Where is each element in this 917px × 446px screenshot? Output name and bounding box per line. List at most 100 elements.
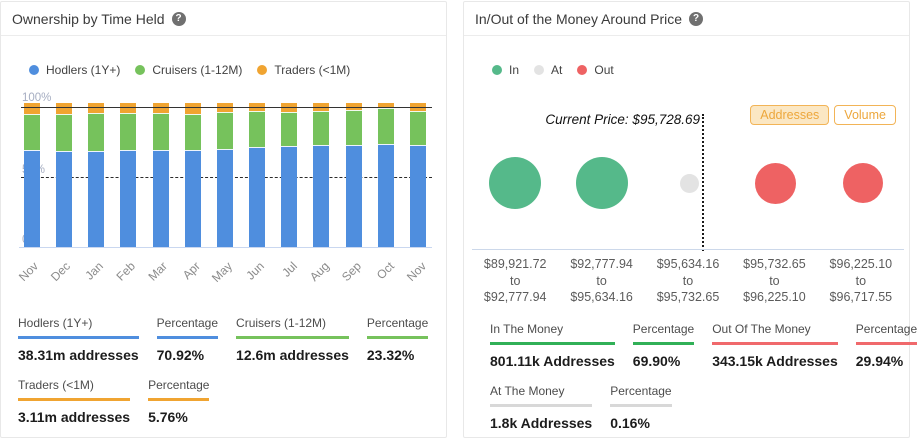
stat-label: Traders (<1M) [18,378,130,401]
stat-percentage: Percentage 0.16% [610,384,671,431]
stacked-bar-9-aug[interactable] [313,103,329,248]
legend-item-label: Cruisers (1-12M) [152,63,242,77]
bar-segment-hodlers-1y [185,150,201,248]
bar-segment-cruisers-1-12m [120,113,136,150]
stat-label: Percentage [157,316,218,339]
legend-dot-icon [135,65,145,75]
current-price-dotted-line [702,114,704,251]
bar-segment-traders-1m [88,103,104,113]
stat-hodlers-1y: Hodlers (1Y+) 38.31m addresses [18,316,139,363]
stat-cruisers-1-12m: Cruisers (1-12M) 12.6m addresses [236,316,349,363]
stacked-bar-4-mar[interactable] [153,103,169,248]
stat-label: Hodlers (1Y+) [18,316,139,339]
bar-segment-hodlers-1y [378,144,394,248]
range-to-word: to [558,273,644,290]
x-tick-label-2-jan: Jan [66,259,106,299]
bar-segment-cruisers-1-12m [281,112,297,146]
stacked-bar-7-jun[interactable] [249,103,265,248]
stacked-bar-2-jan[interactable] [88,103,104,248]
gridline-0pct-baseline [19,247,432,248]
bubble-in-1[interactable] [576,157,628,209]
bar-segment-traders-1m [153,103,169,113]
legend-item-label: Traders (<1M) [274,63,350,77]
legend-dot-icon [29,65,39,75]
bar-segment-cruisers-1-12m [217,112,233,149]
stacked-bar-1-dec[interactable] [56,103,72,248]
range-from: $89,921.72 [472,256,558,273]
page-title: Ownership by Time Held [12,11,165,27]
bubble-in-0[interactable] [489,157,541,209]
stacked-bar-11-oct[interactable] [378,103,394,248]
stat-value: 343.15k Addresses [712,353,838,369]
in-out-money-panel: In/Out of the Money Around Price ? InAtO… [463,1,910,438]
bar-segment-hodlers-1y [410,145,426,248]
bar-segment-cruisers-1-12m [249,111,265,147]
stacked-bar-8-jul[interactable] [281,103,297,248]
legend-item-label: Hodlers (1Y+) [46,63,120,77]
stat-percentage: Percentage5.76% [148,378,209,425]
stat-value: 12.6m addresses [236,347,349,363]
bar-segment-cruisers-1-12m [153,113,169,150]
stacked-bar-5-apr[interactable] [185,103,201,248]
bar-segment-hodlers-1y [153,150,169,248]
stat-value: 70.92% [157,347,218,363]
stat-label: Percentage [367,316,428,339]
bubble-out-4[interactable] [843,163,883,203]
help-icon[interactable]: ? [172,12,186,26]
stat-in-the-money: In The Money801.11k Addresses [490,322,615,369]
bar-segment-traders-1m [185,103,201,114]
stat-out-of-the-money: Out Of The Money 343.15k Addresses [712,322,838,369]
stat-label: Percentage [610,384,671,407]
stat-row: Traders (<1M) 3.11m addresses Percentage5.… [18,378,446,425]
x-tick-label-4-mar: Mar [131,259,171,299]
range-to-word: to [645,273,731,290]
bar-segment-hodlers-1y [217,149,233,248]
bar-segment-cruisers-1-12m [88,113,104,150]
price-range-4: $96,225.10to$96,717.55 [818,256,904,306]
stat-value: 0.16% [610,415,671,431]
stat-label: Cruisers (1-12M) [236,316,349,339]
stat-label: Out Of The Money [712,322,838,345]
range-to: $96,225.10 [731,289,817,306]
stacked-bar-10-sep[interactable] [346,103,362,248]
bar-segment-cruisers-1-12m [410,111,426,145]
stat-value: 38.31m addresses [18,347,139,363]
stat-label: In The Money [490,322,615,345]
x-tick-label-7-jun: Jun [228,259,268,299]
stacked-bar-12-nov[interactable] [410,103,426,248]
ownership-legend: Hodlers (1Y+) Cruisers (1-12M) Traders (<1… [29,63,446,77]
range-to-word: to [731,273,817,290]
in-out-chart: Addresses Volume Current Price: $95,728.… [464,2,909,312]
bar-segment-cruisers-1-12m [313,111,329,145]
stat-value: 29.94% [856,353,917,369]
stat-value: 3.11m addresses [18,409,130,425]
volume-toggle-button[interactable]: Volume [834,105,896,125]
stat-value: 5.76% [148,409,209,425]
x-tick-label-10-sep: Sep [325,259,365,299]
stacked-bar-6-may[interactable] [217,103,233,248]
range-to: $95,732.65 [645,289,731,306]
in-out-stats: In The Money801.11k AddressesPercentage6… [490,322,917,446]
range-from: $92,777.94 [558,256,644,273]
legend-dot-icon [257,65,267,75]
bubble-at-2[interactable] [680,174,699,193]
price-range-0: $89,921.72to$92,777.94 [472,256,558,306]
legend-item-hodlers-1y[interactable]: Hodlers (1Y+) [29,63,120,77]
ownership-chart: 100% 50% 0% [21,103,432,248]
legend-item-traders-1m[interactable]: Traders (<1M) [257,63,350,77]
addresses-toggle-button[interactable]: Addresses [750,105,829,125]
bar-segment-hodlers-1y [56,151,72,248]
stat-row: In The Money801.11k AddressesPercentage6… [490,322,917,369]
x-tick-label-9-aug: Aug [292,259,332,299]
stacked-bar-0-nov[interactable] [24,103,40,248]
bar-segment-hodlers-1y [313,145,329,248]
bubble-out-3[interactable] [755,163,796,204]
bar-segment-traders-1m [24,103,40,114]
stacked-bar-3-feb[interactable] [120,103,136,248]
current-price-label: Current Price: $95,728.69 [464,112,700,127]
legend-item-cruisers-1-12m[interactable]: Cruisers (1-12M) [135,63,242,77]
price-range-labels: $89,921.72to$92,777.94$92,777.94to$95,63… [472,256,904,306]
stat-at-the-money: At The Money1.8k Addresses [490,384,592,431]
bar-segment-hodlers-1y [281,146,297,248]
x-tick-label-0-nov: Nov [1,259,41,299]
